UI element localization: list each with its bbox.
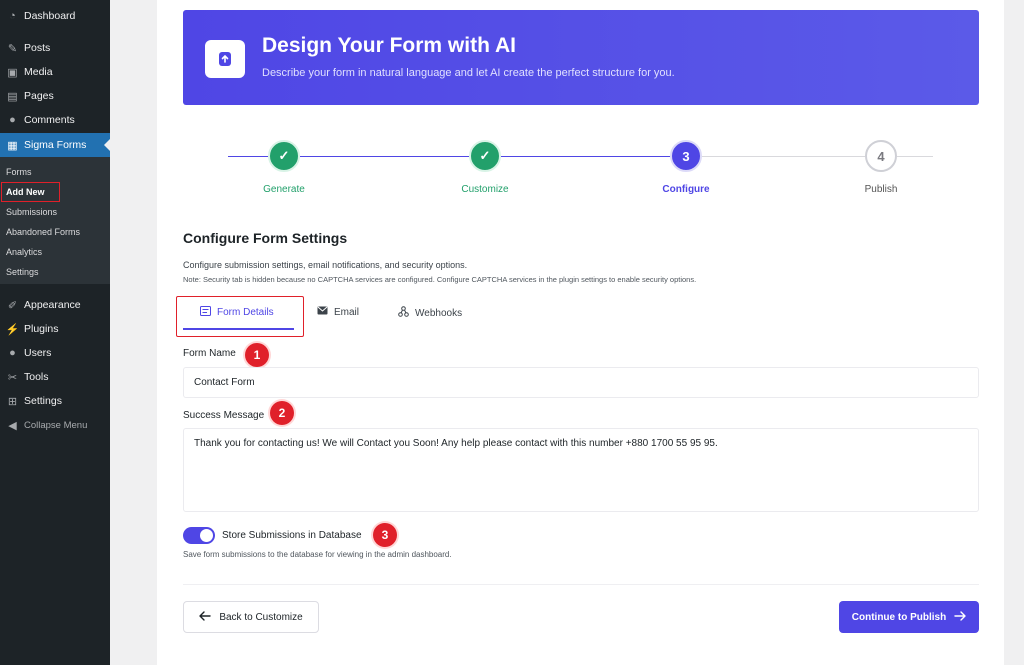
annotation-badge-1: 1 [245, 343, 269, 367]
submenu-item-analytics[interactable]: Analytics [6, 247, 42, 257]
submenu-item-abandoned-forms[interactable]: Abandoned Forms [6, 227, 80, 237]
media-icon: ▣ [7, 66, 18, 79]
step-configure-number[interactable]: 3 [670, 140, 702, 172]
continue-to-publish-button[interactable]: Continue to Publish [839, 601, 979, 633]
sidebar-item-pages[interactable]: ▤ Pages [0, 84, 110, 108]
sidebar-item-dashboard[interactable]: ◔ Dashboard [0, 4, 110, 28]
submenu-item-submissions[interactable]: Submissions [6, 207, 57, 217]
collapse-menu-label: Collapse Menu [24, 419, 88, 431]
store-submissions-help: Save form submissions to the database fo… [183, 550, 452, 559]
step-configure-label: Configure [662, 184, 710, 195]
tab-email[interactable]: Email [317, 306, 359, 318]
pin-icon: ✎ [7, 42, 18, 55]
sidebar-item-label: Posts [24, 42, 51, 54]
sidebar-item-users[interactable]: ● Users [0, 341, 110, 365]
plugin-icon: ⚡ [5, 323, 20, 336]
sidebar-item-comments[interactable]: ● Comments [0, 108, 110, 132]
annotation-badge-3: 3 [373, 523, 397, 547]
sidebar-item-sigma-forms[interactable]: ▦ Sigma Forms [0, 133, 110, 157]
sidebar-item-settings[interactable]: ⊞ Settings [0, 389, 110, 413]
store-submissions-label: Store Submissions in Database [222, 530, 362, 541]
store-submissions-toggle[interactable] [183, 527, 215, 544]
settings-icon: ⊞ [7, 395, 18, 408]
form-details-icon [200, 306, 211, 319]
back-to-customize-button[interactable]: Back to Customize [183, 601, 319, 633]
form-name-input[interactable] [183, 367, 979, 398]
button-label: Continue to Publish [851, 611, 947, 623]
arrow-left-icon [199, 610, 212, 624]
ai-upload-icon [205, 40, 245, 78]
sidebar-item-posts[interactable]: ✎ Posts [0, 36, 110, 60]
annotation-badge-2: 2 [270, 401, 294, 425]
submenu-item-forms[interactable]: Forms [6, 167, 32, 177]
add-new-highlight [1, 182, 60, 202]
sidebar-item-plugins[interactable]: ⚡ Plugins [0, 317, 110, 341]
step-publish-label: Publish [864, 184, 898, 195]
sidebar-item-label: Appearance [24, 299, 81, 311]
sidebar-item-label: Media [24, 66, 53, 78]
tab-label: Email [334, 306, 360, 318]
comment-icon: ● [9, 114, 16, 126]
sidebar-item-label: Settings [24, 395, 62, 407]
pages-icon: ▤ [7, 90, 18, 103]
hero-subtitle: Describe your form in natural language a… [262, 67, 675, 79]
page-title: Configure Form Settings [183, 230, 348, 246]
sidebar-item-label: Users [24, 347, 52, 359]
button-label: Back to Customize [219, 611, 303, 623]
wrench-icon: ✂ [7, 371, 18, 384]
sidebar-item-tools[interactable]: ✂ Tools [0, 365, 110, 389]
form-icon: ▦ [7, 139, 18, 152]
security-note: Note: Security tab is hidden because no … [183, 275, 697, 284]
active-tab-indicator [183, 328, 294, 330]
step-customize-check-icon[interactable]: ✓ [469, 140, 501, 172]
tab-label: Webhooks [415, 307, 463, 319]
brush-icon: ✐ [7, 299, 18, 312]
step-generate-check-icon[interactable]: ✓ [268, 140, 300, 172]
stepper-line [300, 156, 469, 157]
collapse-icon: ◀ [8, 419, 17, 432]
sidebar-item-label: Comments [24, 114, 75, 126]
tab-webhooks[interactable]: Webhooks [398, 306, 462, 320]
step-publish-number[interactable]: 4 [865, 140, 897, 172]
sidebar-item-label: Plugins [24, 323, 59, 335]
stepper-line [897, 156, 933, 157]
stepper-line [702, 156, 865, 157]
hero-banner: Design Your Form with AI Describe your f… [183, 10, 979, 105]
user-icon: ● [9, 347, 16, 359]
sidebar-item-appearance[interactable]: ✐ Appearance [0, 293, 110, 317]
hero-title: Design Your Form with AI [262, 34, 516, 57]
form-name-label: Form Name [183, 348, 236, 359]
stepper-line [228, 156, 268, 157]
collapse-menu-button[interactable]: ◀ Collapse Menu [0, 413, 110, 437]
dashboard-icon: ◔ [9, 10, 16, 22]
arrow-right-icon [954, 610, 966, 624]
sidebar-item-label: Pages [24, 90, 54, 102]
sidebar-item-media[interactable]: ▣ Media [0, 60, 110, 84]
sidebar-item-label: Dashboard [24, 10, 76, 22]
success-message-textarea[interactable]: Thank you for contacting us! We will Con… [183, 428, 979, 512]
sidebar-item-label: Tools [24, 371, 49, 383]
tab-form-details[interactable]: Form Details [200, 306, 274, 319]
tab-label: Form Details [217, 307, 274, 318]
step-generate-label: Generate [263, 184, 305, 195]
stepper-line [501, 156, 670, 157]
footer-divider [183, 584, 979, 585]
sidebar-item-label: Sigma Forms [24, 139, 87, 151]
webhook-icon [398, 306, 409, 320]
submenu-item-settings[interactable]: Settings [6, 267, 39, 277]
admin-sidebar: ◔ Dashboard ✎ Posts ▣ Media ▤ Pages ● Co… [0, 0, 110, 665]
mail-icon [317, 306, 328, 318]
step-customize-label: Customize [461, 184, 509, 195]
success-message-label: Success Message [183, 410, 265, 421]
section-description: Configure submission settings, email not… [183, 260, 468, 270]
